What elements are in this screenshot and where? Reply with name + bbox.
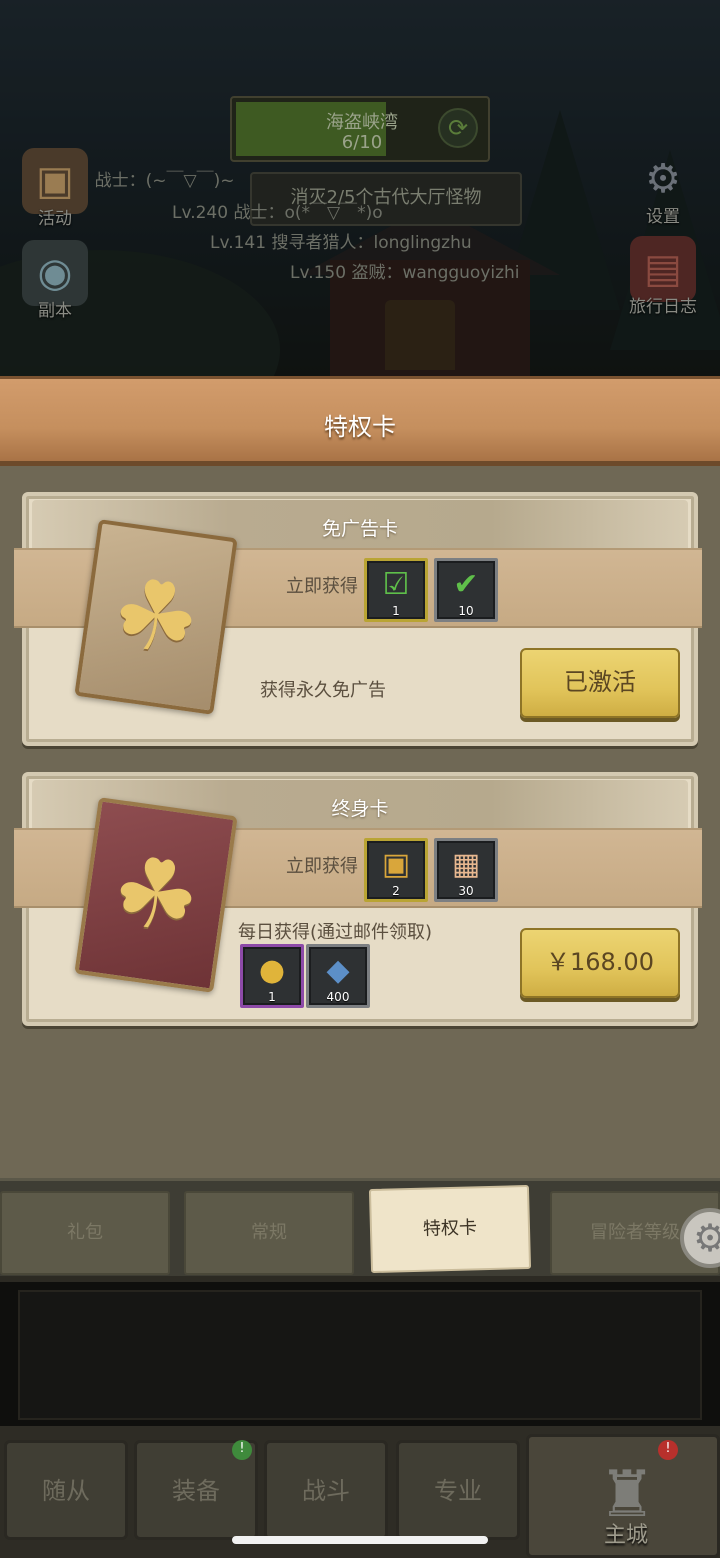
tab-bar: 礼包 常规 特权卡 冒险者等级 [0,1178,720,1278]
reward-item[interactable]: ▦ 30 [434,838,498,902]
activity-button[interactable]: ▣ 活动 [10,148,100,238]
chat-line: Lv.240 战士：o(*￣▽￣*)o [172,203,383,223]
settings-label: 设置 [646,207,680,227]
activated-button[interactable]: 已激活 [520,648,680,718]
chat-line: Lv.141 搜寻者猎人：longlingzhu [210,233,472,253]
nav-profession[interactable]: 专业 [396,1440,520,1540]
header-bar: 特权卡 [0,376,720,466]
tab-regular[interactable]: 常规 [184,1191,354,1275]
scroll-icon: ▦ [451,847,481,882]
item-qty: 10 [458,604,474,618]
nav-main-city[interactable]: ♜ 主城 [526,1434,720,1558]
instant-label: 立即获得 [286,576,358,597]
blue-gem-icon: ◆ [326,953,350,988]
item-qty: 400 [326,990,350,1004]
triquetra-icon: ☘ [105,555,207,679]
item-qty: 1 [392,604,400,618]
price-button[interactable]: ￥168.00 [520,928,680,998]
reward-item[interactable]: ✔ 10 [434,558,498,622]
gold-coins-icon: ● [258,953,286,988]
ticket-check-icon: ✔ [453,567,479,602]
chat-line: Lv.150 盗贼：wangguoyizhi [290,263,520,283]
page-title: 特权卡 [324,413,396,441]
reward-item[interactable]: ◆ 400 [306,944,370,1008]
game-screen: 海盗峡湾 6/10 ⟳ 消灭2/5个古代大厅怪物 Lv.42 战士：(~￣▽￣)… [0,0,720,1558]
nav-main-city-label: 主城 [603,1523,648,1548]
dungeon-label: 副本 [38,301,72,321]
settings-button[interactable]: ⚙ 设置 [618,146,708,236]
chest-check-icon: ☑ [382,567,410,602]
no-ads-card-art: ☘ [74,519,238,715]
daily-label: 每日获得(通过邮件领取) [238,922,433,943]
gold-chest-icon: ▣ [381,847,411,882]
card-description: 获得永久免广告 [260,680,386,701]
journal-button[interactable]: ▤ 旅行日志 [618,236,708,326]
refresh-icon[interactable]: ⟳ [438,108,478,148]
journal-label: 旅行日志 [629,297,697,317]
empty-inner [18,1290,702,1420]
nav-battle[interactable]: 战斗 [264,1440,388,1540]
reward-item[interactable]: ● 1 [240,944,304,1008]
triquetra-icon: ☘ [105,833,207,957]
item-qty: 2 [392,884,400,898]
nav-followers[interactable]: 随从 [4,1440,128,1540]
activity-label: 活动 [38,209,72,229]
reward-item[interactable]: ▣ 2 [364,838,428,902]
reward-item[interactable]: ☑ 1 [364,558,428,622]
tab-privilege-card[interactable]: 特权卡 [368,1184,532,1274]
instant-label: 立即获得 [286,856,358,877]
dungeon-button[interactable]: ◉ 副本 [10,240,100,330]
tab-gift-pack[interactable]: 礼包 [0,1191,170,1275]
home-indicator[interactable] [232,1536,488,1544]
item-qty: 1 [268,990,276,1004]
alert-badge-icon: ! [658,1440,678,1460]
notification-badge-icon: ! [232,1440,252,1460]
item-qty: 30 [458,884,474,898]
lifetime-card-art: ☘ [74,797,238,993]
